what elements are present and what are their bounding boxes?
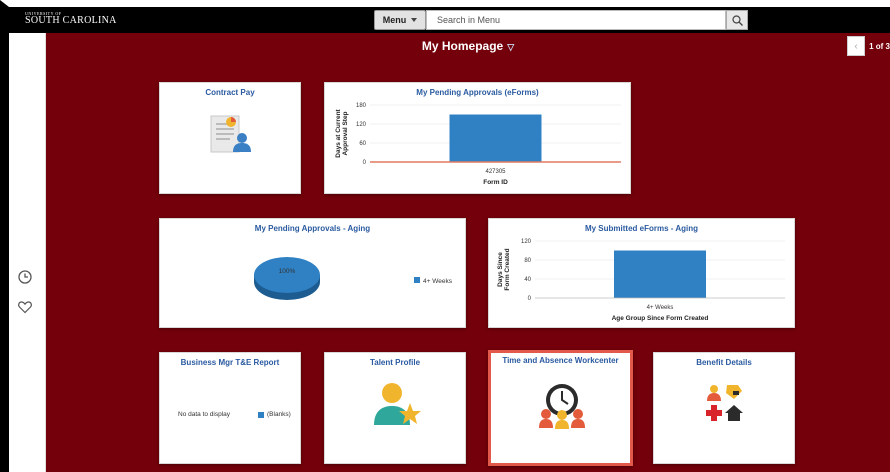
menu-button[interactable]: Menu bbox=[374, 10, 426, 30]
tile-title: Contract Pay bbox=[205, 88, 255, 97]
no-data-text: No data to display bbox=[178, 411, 231, 418]
search-icon bbox=[731, 14, 743, 26]
tile-pending-approvals-eforms[interactable]: My Pending Approvals (eForms) 0 60 120 180 4… bbox=[324, 82, 631, 194]
chevron-left-icon: ‹ bbox=[854, 40, 858, 52]
y-tick-label: 0 bbox=[363, 160, 367, 166]
x-tick-label: 4+ Weeks bbox=[647, 305, 674, 311]
tile-submitted-eforms-aging[interactable]: My Submitted eForms - Aging 0 40 80 120 4+ W… bbox=[488, 218, 795, 328]
y-axis-label: Approval Step bbox=[342, 111, 349, 155]
pending-approvals-eforms-chart: 0 60 120 180 427305 Form ID Days at Current App… bbox=[335, 103, 621, 186]
talent-profile-icon bbox=[374, 383, 421, 425]
left-sidebar bbox=[9, 33, 46, 472]
y-tick-label: 0 bbox=[528, 296, 532, 302]
tile-benefit-details[interactable]: Benefit Details bbox=[653, 352, 795, 464]
benefit-details-icon bbox=[706, 385, 743, 421]
y-axis-label: Form Created bbox=[504, 248, 511, 290]
tile-title: Talent Profile bbox=[369, 358, 421, 367]
legend-label: 4+ Weeks bbox=[423, 278, 453, 285]
y-tick-label: 40 bbox=[524, 277, 531, 283]
x-axis-label: Age Group Since Form Created bbox=[612, 315, 709, 322]
tile-contract-pay[interactable]: Contract Pay bbox=[159, 82, 301, 194]
contract-pay-icon bbox=[210, 115, 251, 153]
homepage-main: My Homepage ▽ ‹ 1 of 3 Contract Pay My Pe… bbox=[46, 33, 890, 472]
chevron-down-icon: ▽ bbox=[507, 42, 515, 52]
previous-page-button[interactable]: ‹ bbox=[847, 36, 866, 56]
tile-title: Time and Absence Workcenter bbox=[502, 356, 619, 365]
homepage-selector[interactable]: My Homepage ▽ bbox=[46, 39, 890, 53]
chart-legend: (Blanks) bbox=[258, 411, 291, 418]
legend-swatch bbox=[258, 411, 264, 418]
search-input[interactable]: Search in Menu bbox=[426, 10, 726, 30]
tile-talent-profile[interactable]: Talent Profile bbox=[324, 352, 466, 464]
menu-label: Menu bbox=[382, 15, 407, 25]
submitted-eforms-aging-chart: 0 40 80 120 4+ Weeks Age Group Since Form Cre… bbox=[497, 239, 785, 322]
y-axis-label: Days at Current bbox=[335, 108, 342, 157]
time-absence-icon bbox=[539, 384, 585, 429]
pending-approvals-aging-chart: 100% 4+ Weeks bbox=[254, 257, 453, 300]
logo-big-text: SOUTH CAROLINA bbox=[25, 15, 117, 26]
y-tick-label: 80 bbox=[524, 258, 531, 264]
tile-title: Business Mgr T&E Report bbox=[180, 358, 280, 367]
university-logo[interactable]: UNIVERSITY OF SOUTH CAROLINA bbox=[25, 12, 117, 26]
tile-time-absence-workcenter[interactable]: Time and Absence Workcenter bbox=[488, 350, 633, 466]
y-tick-label: 120 bbox=[356, 122, 367, 128]
favorites-heart-icon[interactable] bbox=[17, 299, 33, 315]
recent-clock-icon[interactable] bbox=[17, 269, 33, 285]
y-tick-label: 60 bbox=[359, 141, 366, 147]
legend-label: (Blanks) bbox=[267, 411, 291, 418]
top-bar: UNIVERSITY OF SOUTH CAROLINA Menu Search… bbox=[9, 7, 890, 33]
y-tick-label: 120 bbox=[521, 239, 532, 245]
y-axis-label: Days Since bbox=[497, 252, 504, 287]
legend-swatch bbox=[414, 277, 420, 283]
search-button[interactable] bbox=[726, 10, 748, 30]
pie-data-label: 100% bbox=[279, 268, 296, 275]
tile-title: Benefit Details bbox=[696, 358, 752, 367]
tile-business-mgr-report[interactable]: Business Mgr T&E Report No data to displ… bbox=[159, 352, 301, 464]
bar bbox=[449, 114, 542, 162]
page-pager: ‹ 1 of 3 bbox=[847, 36, 890, 56]
y-tick-label: 180 bbox=[356, 103, 367, 109]
pager-text: 1 of 3 bbox=[869, 41, 890, 51]
x-tick-label: 427305 bbox=[485, 169, 506, 175]
x-axis-label: Form ID bbox=[483, 179, 508, 186]
chevron-down-icon bbox=[411, 18, 418, 22]
tile-pending-approvals-aging[interactable]: My Pending Approvals - Aging 100% 4+ Week… bbox=[159, 218, 466, 328]
page-title: My Homepage bbox=[421, 39, 504, 53]
pie-slice bbox=[254, 257, 320, 293]
bar bbox=[614, 250, 706, 298]
